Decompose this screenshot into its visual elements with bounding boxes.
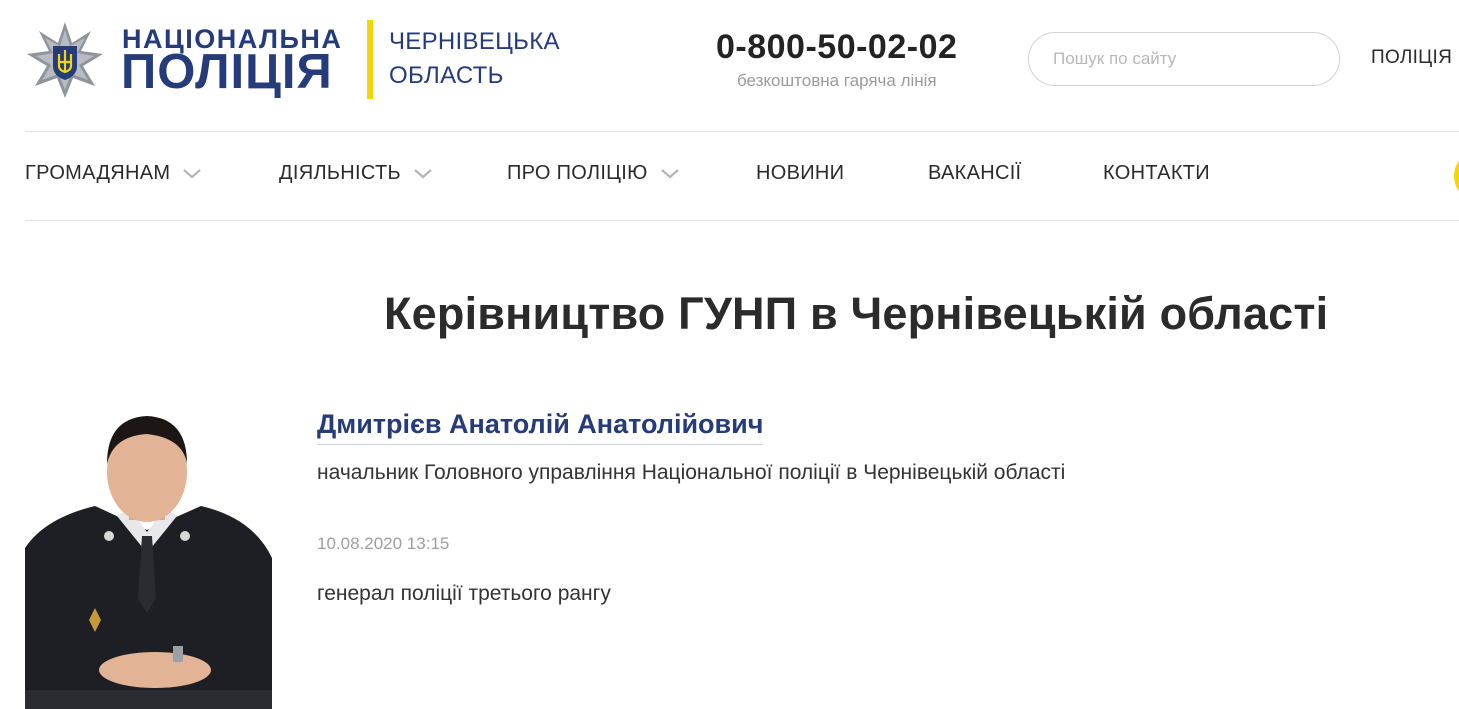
nav-item-label: НОВИНИ xyxy=(756,162,845,184)
police-emblem-icon[interactable] xyxy=(26,20,104,100)
person-photo[interactable] xyxy=(25,408,272,709)
nav-item-about-police[interactable]: ПРО ПОЛІЦІЮ xyxy=(507,162,680,185)
page-title: Керівництво ГУНП в Чернівецькій області xyxy=(384,288,1329,339)
nav-item-label: ГРОМАДЯНАМ xyxy=(25,162,171,184)
nav-item-label: ВАКАНСІЇ xyxy=(928,162,1022,184)
logo-divider xyxy=(367,20,373,99)
person-name-link[interactable]: Дмитрієв Анатолій Анатолійович xyxy=(317,409,764,445)
chevron-down-icon xyxy=(660,168,679,178)
nav-bottom-divider xyxy=(25,220,1459,221)
nav-item-vacancies[interactable]: ВАКАНСІЇ xyxy=(928,162,1021,185)
police-link[interactable]: ПОЛІЦІЯ xyxy=(1371,47,1452,69)
chevron-down-icon xyxy=(414,168,432,178)
region-line1: ЧЕРНІВЕЦЬКА xyxy=(389,28,560,55)
nav-item-label: ДІЯЛЬНІСТЬ xyxy=(279,162,401,184)
logo-title-line2: ПОЛІЦІЯ xyxy=(121,45,333,99)
hotline-caption: безкоштовна гаряча лінія xyxy=(737,71,937,90)
nav-item-news[interactable]: НОВИНИ xyxy=(756,162,844,185)
nav-item-citizens[interactable]: ГРОМАДЯНАМ xyxy=(25,162,202,185)
main-nav: ГРОМАДЯНАМ ДІЯЛЬНІСТЬ ПРО ПОЛІЦІЮ НОВИНИ… xyxy=(25,132,1459,220)
nav-item-label: КОНТАКТИ xyxy=(1103,162,1210,184)
page: НАЦІОНАЛЬНА ПОЛІЦІЯ ЧЕРНІВЕЦЬКА ОБЛАСТЬ … xyxy=(0,0,1459,709)
nav-item-activity[interactable]: ДІЯЛЬНІСТЬ xyxy=(279,162,433,185)
person-rank: генерал поліції третього рангу xyxy=(317,582,611,605)
search-input[interactable] xyxy=(1028,32,1340,86)
person-photo-image xyxy=(25,416,272,709)
chevron-down-icon xyxy=(183,168,202,178)
person-date: 10.08.2020 13:15 xyxy=(317,534,450,553)
region-line2: ОБЛАСТЬ xyxy=(389,62,504,89)
person-position: начальник Головного управління Національ… xyxy=(317,461,1066,484)
nav-item-contacts[interactable]: КОНТАКТИ xyxy=(1103,162,1210,185)
hotline-number[interactable]: 0-800-50-02-02 xyxy=(716,28,957,67)
nav-item-label: ПРО ПОЛІЦІЮ xyxy=(507,162,648,184)
